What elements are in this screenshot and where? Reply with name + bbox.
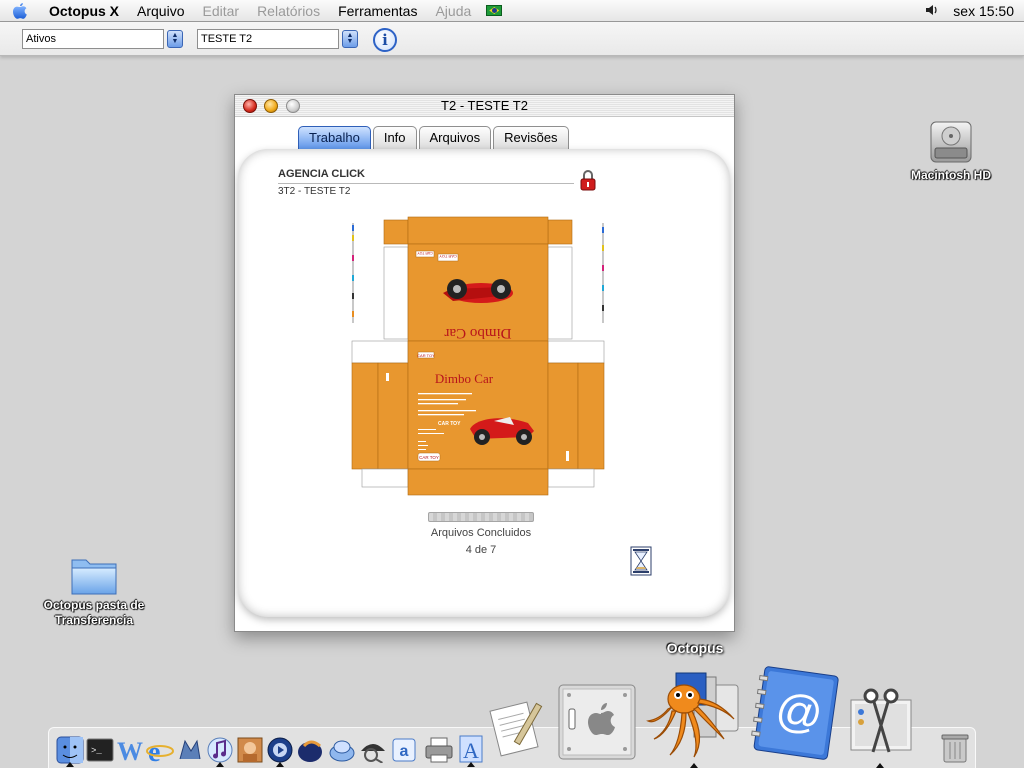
upside-title: Dimbo Car [444,325,511,341]
svg-text:W: W [117,737,143,764]
transfer-progress-bar [428,512,534,522]
status-filter-select[interactable]: Ativos [22,29,164,49]
dock-printer-icon[interactable] [423,734,455,766]
dock-itunes-icon[interactable] [205,734,235,767]
dock-font-app-icon[interactable]: A [455,732,487,767]
menu-arquivo[interactable]: Arquivo [128,0,193,22]
dock-system-preferences-icon[interactable] [556,682,638,762]
status-count: 4 de 7 [465,544,497,556]
dock-iphoto-icon[interactable] [235,734,265,766]
dock-grab-icon[interactable] [846,684,916,768]
front-title: Dimbo Car [435,371,494,386]
job-window: T2 - TESTE T2 Trabalho Info Arquivos Rev… [234,94,735,632]
menu-ferramentas[interactable]: Ferramentas [329,0,426,22]
lock-icon[interactable] [580,169,596,191]
menu-relatorios[interactable]: Relatórios [248,0,329,22]
color-bar-left [352,223,354,323]
apple-menu-icon[interactable] [0,0,40,22]
menu-editar[interactable]: Editar [193,0,248,22]
desktop-label-folder-line1: Octopus pasta de [43,598,145,612]
menu-clock[interactable]: sex 15:50 [953,3,1014,19]
desktop-icon-transfer-folder[interactable]: Octopus pasta de Transferencia [34,550,154,628]
status-label: Arquivos Concluidos [430,527,532,539]
menu-bar: Octopus X Arquivo Editar Relatórios Ferr… [0,0,1024,22]
svg-text:>_: >_ [91,746,102,756]
brazil-flag-icon[interactable] [486,5,503,16]
info-button[interactable]: i [373,28,397,52]
tab-bar: Trabalho Info Arquivos Revisões [298,126,569,149]
dock-trash-icon[interactable] [938,730,972,766]
dock-textedit-icon[interactable] [488,690,550,762]
dock-octopus-icon[interactable] [642,664,746,768]
svg-text:CAR TOY: CAR TOY [438,421,461,427]
dock-terminal-icon[interactable]: >_ [85,734,115,766]
svg-text:CAR TOY: CAR TOY [439,254,457,259]
color-bar-right [602,223,604,323]
svg-text:a: a [400,743,409,760]
job-filter-select[interactable]: TESTE T2 [197,29,339,49]
desktop-label-macintosh-hd: Macintosh HD [910,168,991,182]
client-divider [278,183,574,184]
dock-backup-icon[interactable] [327,734,357,766]
folder-icon [71,559,117,595]
client-name: AGENCIA CLICK [278,168,365,180]
dock-finder-icon[interactable] [55,734,85,767]
dock-quicktime-icon[interactable] [265,734,295,767]
menu-ajuda[interactable]: Ajuda [426,0,480,22]
tab-arquivos[interactable]: Arquivos [418,126,492,149]
svg-text:CAR TOY: CAR TOY [417,251,433,255]
svg-text:CAR TOY: CAR TOY [417,353,435,358]
window-title: T2 - TESTE T2 [441,98,528,113]
status-filter-arrows-icon[interactable]: ▲ ▼ [167,30,183,48]
dock-mail-icon[interactable] [175,734,205,766]
dock-address-icon[interactable]: a [389,734,419,766]
tab-revisoes[interactable]: Revisões [493,126,569,149]
dock-word-icon[interactable]: W [115,734,147,766]
job-panel: AGENCIA CLICK 3T2 - TESTE T2 Dimbo Car C… [238,149,730,617]
svg-text:e: e [148,737,160,764]
dock-sherlock-icon[interactable] [357,734,389,766]
job-filter-arrows-icon[interactable]: ▲ ▼ [342,30,358,48]
tab-trabalho[interactable]: Trabalho [298,126,371,149]
desktop-label-folder-line2: Transferencia [54,613,134,627]
menu-app-name[interactable]: Octopus X [40,0,128,22]
svg-text:A: A [463,738,479,763]
svg-text:@: @ [773,682,826,740]
desktop-icon-macintosh-hd[interactable]: Macintosh HD [905,118,997,183]
artwork-preview[interactable]: Dimbo Car CAR TOY CAR TOY CAR TOY Dimbo … [348,215,608,505]
hard-drive-icon [930,121,972,163]
job-name: 3T2 - TESTE T2 [278,186,351,197]
hourglass-icon [630,546,652,576]
tab-info[interactable]: Info [372,126,417,149]
dock-internet-explorer-icon[interactable]: e [145,734,175,766]
window-titlebar[interactable]: T2 - TESTE T2 [235,95,734,117]
dock-photoshop-icon[interactable] [295,734,327,766]
dock-hover-label: Octopus [666,640,724,656]
dock-address-book-icon[interactable]: @ [748,664,844,764]
info-icon: i [382,31,388,49]
svg-text:CAR TOY: CAR TOY [419,455,439,460]
volume-icon[interactable] [925,3,939,19]
